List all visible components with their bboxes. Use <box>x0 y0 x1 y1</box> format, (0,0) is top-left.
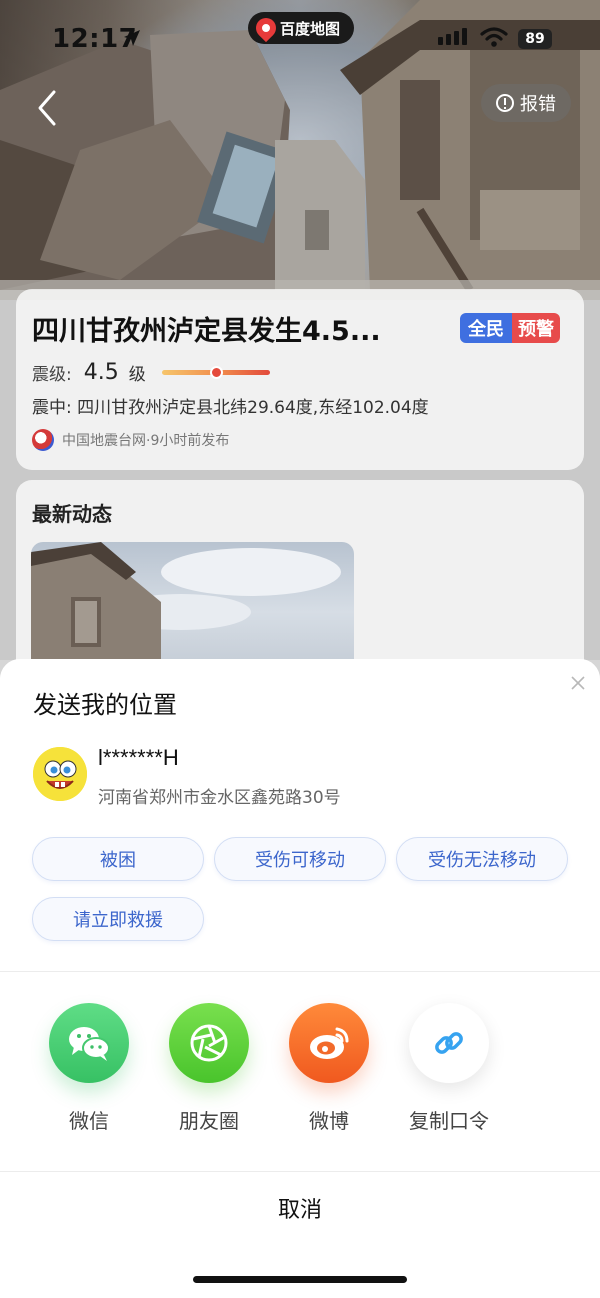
report-label: 报错 <box>520 94 556 115</box>
share-wechat-label: 微信 <box>69 1109 109 1133</box>
earthquake-info-card[interactable]: 四川甘孜州泸定县发生4.5... 全民 预警 震级: 4.5 级 震中: 四川甘… <box>16 289 584 470</box>
status-chip-trapped[interactable]: 被困 <box>32 837 204 881</box>
badge-right-text: 预警 <box>512 313 560 343</box>
app-name: 百度地图 <box>280 19 341 38</box>
warning-circle-icon <box>496 94 514 112</box>
copy-token-label: 复制口令 <box>409 1109 489 1133</box>
battery-indicator: 89 <box>518 29 552 49</box>
divider <box>0 1171 600 1172</box>
link-icon <box>435 1032 463 1054</box>
status-chip-request-rescue[interactable]: 请立即救援 <box>32 897 204 941</box>
home-indicator[interactable] <box>193 1276 407 1283</box>
status-bar: 12:17 百度地图 89 <box>0 0 600 78</box>
back-button[interactable] <box>28 86 68 130</box>
cenc-logo-icon <box>32 429 54 451</box>
epicenter-text: 震中: 四川甘孜州泸定县北纬29.64度,东经102.04度 <box>32 398 429 418</box>
magnitude-label: 震级: <box>32 364 72 385</box>
copy-token-button[interactable]: 复制口令 <box>389 1003 509 1134</box>
user-name: l*******H <box>98 745 179 770</box>
share-weibo-label: 微博 <box>309 1109 349 1133</box>
sheet-title: 发送我的位置 <box>33 691 177 719</box>
status-chip-injured-immobile[interactable]: 受伤无法移动 <box>396 837 568 881</box>
status-chip-injured-mobile[interactable]: 受伤可移动 <box>214 837 386 881</box>
moments-aperture-icon <box>190 1024 228 1062</box>
weibo-icon <box>310 1027 349 1059</box>
baidu-map-logo-icon <box>251 13 281 43</box>
share-wechat-button[interactable]: 微信 <box>29 1003 149 1134</box>
cellular-signal-icon <box>438 28 467 45</box>
wechat-icon <box>69 1027 110 1061</box>
close-icon[interactable] <box>569 674 587 692</box>
cancel-button[interactable]: 取消 <box>0 1173 600 1243</box>
share-weibo-button[interactable]: 微博 <box>269 1003 389 1134</box>
share-moments-label: 朋友圈 <box>179 1109 239 1133</box>
location-arrow-icon <box>124 30 140 46</box>
event-title: 四川甘孜州泸定县发生4.5... <box>32 316 381 347</box>
public-alert-badge: 全民 预警 <box>460 313 560 343</box>
avatar <box>33 747 87 801</box>
app-indicator-pill[interactable]: 百度地图 <box>248 12 354 44</box>
divider <box>0 971 600 972</box>
send-location-sheet: 发送我的位置 l*******H 河南省郑州市金水区鑫苑路30号 被困 受伤可移… <box>0 659 600 1298</box>
magnitude-row: 震级: 4.5 级 <box>32 357 270 387</box>
magnitude-value: 4.5 <box>83 359 119 385</box>
badge-left-text: 全民 <box>460 313 512 343</box>
source-text: 中国地震台网·9小时前发布 <box>62 433 230 449</box>
source-row: 中国地震台网·9小时前发布 <box>32 429 229 451</box>
magnitude-unit: 级 <box>128 364 146 385</box>
share-moments-button[interactable]: 朋友圈 <box>149 1003 269 1134</box>
magnitude-scale-bar <box>161 365 270 379</box>
magnitude-scale-marker <box>209 365 223 379</box>
latest-updates-card: 最新动态 <box>16 480 584 682</box>
report-error-button[interactable]: 报错 <box>481 84 571 122</box>
latest-updates-title: 最新动态 <box>32 502 112 526</box>
wifi-icon <box>480 27 508 47</box>
user-address: 河南省郑州市金水区鑫苑路30号 <box>98 788 341 808</box>
